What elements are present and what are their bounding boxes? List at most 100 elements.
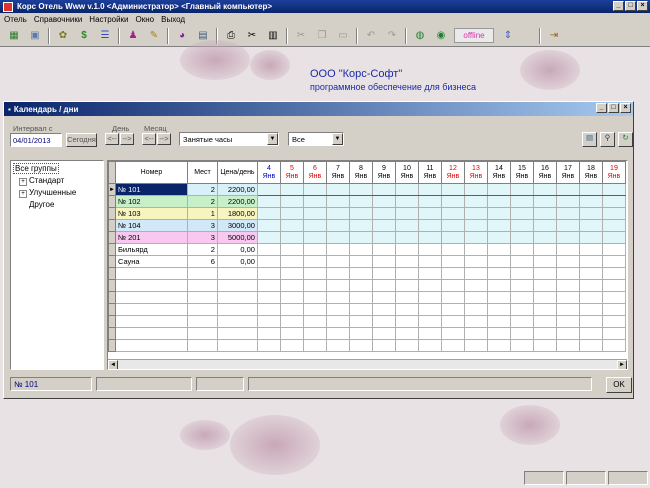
day-cell[interactable] [578, 231, 603, 244]
day-cell[interactable] [486, 255, 511, 268]
price-cell[interactable]: 2200,00 [216, 195, 258, 208]
seats-cell[interactable] [186, 291, 218, 304]
day-cell[interactable] [509, 255, 534, 268]
day-cell[interactable] [302, 183, 327, 196]
day-cell[interactable] [256, 339, 281, 352]
day-cell[interactable] [463, 195, 488, 208]
day-cell[interactable] [302, 279, 327, 292]
day-cell[interactable] [256, 219, 281, 232]
price-cell[interactable] [216, 267, 258, 280]
day-cell[interactable] [279, 183, 304, 196]
day-cell[interactable] [578, 303, 603, 316]
price-cell[interactable] [216, 303, 258, 316]
room-name-cell[interactable]: № 201 [114, 231, 188, 244]
day-cell[interactable] [256, 195, 281, 208]
day-cell[interactable] [325, 255, 350, 268]
calculator-icon[interactable]: ▥ [265, 28, 281, 44]
day-cell[interactable] [302, 231, 327, 244]
day-cell[interactable] [417, 183, 442, 196]
day-cell[interactable] [302, 195, 327, 208]
day-cell[interactable] [532, 255, 557, 268]
day-header[interactable]: 9 Янв [371, 161, 396, 184]
day-cell[interactable] [371, 243, 396, 256]
day-cell[interactable] [325, 291, 350, 304]
day-cell[interactable] [371, 327, 396, 340]
minimize-button[interactable]: _ [613, 1, 624, 11]
day-cell[interactable] [394, 255, 419, 268]
day-cell[interactable] [371, 267, 396, 280]
window-minimize-button[interactable]: _ [596, 103, 607, 113]
price-cell[interactable]: 1800,00 [216, 207, 258, 220]
table-row[interactable] [108, 267, 626, 280]
day-cell[interactable] [486, 195, 511, 208]
day-cell[interactable] [509, 183, 534, 196]
room-name-cell[interactable] [114, 279, 188, 292]
day-cell[interactable] [555, 267, 580, 280]
horizontal-scrollbar[interactable]: ◄ ► [108, 359, 627, 369]
day-cell[interactable] [394, 183, 419, 196]
day-cell[interactable] [417, 303, 442, 316]
day-cell[interactable] [417, 207, 442, 220]
day-cell[interactable] [509, 327, 534, 340]
day-cell[interactable] [302, 219, 327, 232]
day-header[interactable]: 8 Янв [348, 161, 373, 184]
menu-window[interactable]: Окно [136, 15, 155, 24]
day-cell[interactable] [348, 339, 373, 352]
sync-icon[interactable]: ⇕ [500, 28, 516, 44]
day-cell[interactable] [509, 243, 534, 256]
network-icon[interactable]: ◉ [433, 28, 449, 44]
day-cell[interactable] [302, 327, 327, 340]
seats-cell[interactable] [186, 315, 218, 328]
day-cell[interactable] [440, 255, 465, 268]
table-row[interactable]: Сауна 6 0,00 [108, 255, 626, 268]
day-cell[interactable] [348, 207, 373, 220]
day-cell[interactable] [279, 279, 304, 292]
day-cell[interactable] [302, 243, 327, 256]
day-cell[interactable] [486, 183, 511, 196]
day-cell[interactable] [256, 303, 281, 316]
room-name-cell[interactable] [114, 327, 188, 340]
day-cell[interactable] [325, 219, 350, 232]
day-cell[interactable] [440, 279, 465, 292]
day-cell[interactable] [509, 339, 534, 352]
price-cell[interactable]: 5000,00 [216, 231, 258, 244]
day-cell[interactable] [371, 315, 396, 328]
day-cell[interactable] [440, 315, 465, 328]
day-cell[interactable] [532, 303, 557, 316]
day-cell[interactable] [578, 195, 603, 208]
day-cell[interactable] [578, 255, 603, 268]
day-cell[interactable] [440, 303, 465, 316]
day-cell[interactable] [555, 327, 580, 340]
day-cell[interactable] [463, 207, 488, 220]
day-cell[interactable] [325, 339, 350, 352]
day-header[interactable]: 16 Янв [532, 161, 557, 184]
day-cell[interactable] [463, 327, 488, 340]
day-cell[interactable] [578, 279, 603, 292]
day-cell[interactable] [371, 279, 396, 292]
day-cell[interactable] [302, 303, 327, 316]
day-cell[interactable] [440, 231, 465, 244]
day-cell[interactable] [578, 219, 603, 232]
day-cell[interactable] [555, 195, 580, 208]
day-cell[interactable] [555, 339, 580, 352]
day-cell[interactable] [463, 315, 488, 328]
room-name-cell[interactable]: № 101 [114, 183, 188, 196]
day-cell[interactable] [555, 231, 580, 244]
day-cell[interactable] [440, 183, 465, 196]
day-cell[interactable] [578, 291, 603, 304]
day-cell[interactable] [463, 291, 488, 304]
day-cell[interactable] [371, 303, 396, 316]
day-cell[interactable] [555, 219, 580, 232]
price-cell[interactable] [216, 339, 258, 352]
day-cell[interactable] [601, 291, 626, 304]
day-cell[interactable] [394, 207, 419, 220]
table-row[interactable]: ► № 101 2 2200,00 [108, 183, 626, 196]
day-cell[interactable] [279, 327, 304, 340]
day-cell[interactable] [417, 267, 442, 280]
day-cell[interactable] [279, 339, 304, 352]
day-cell[interactable] [325, 207, 350, 220]
table-row[interactable] [108, 279, 626, 292]
mode-select[interactable]: Занятые часы ▼ [179, 132, 279, 146]
day-cell[interactable] [417, 243, 442, 256]
seats-cell[interactable]: 3 [186, 219, 218, 232]
